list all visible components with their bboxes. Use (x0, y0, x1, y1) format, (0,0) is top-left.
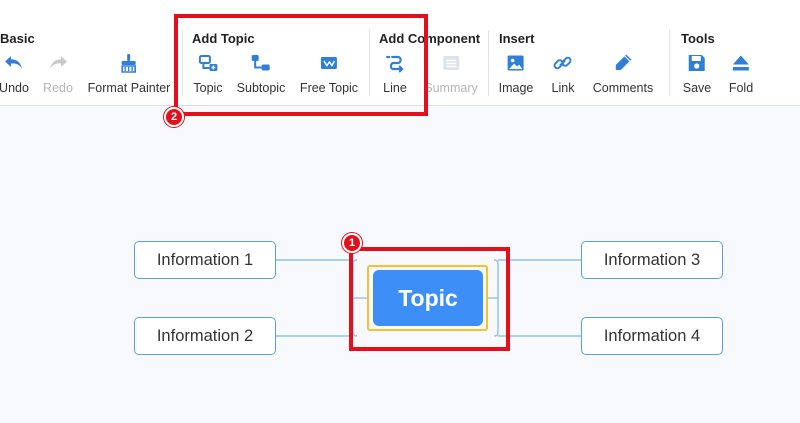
subtopic-node-information-3[interactable]: Information 3 (581, 241, 723, 279)
subtopic-node-information-2[interactable]: Information 2 (134, 317, 276, 355)
subtopic-node-information-4[interactable]: Information 4 (581, 317, 723, 355)
subtopic-node-information-1[interactable]: Information 1 (134, 241, 276, 279)
step-badge-2: 2 (164, 107, 184, 127)
step-badge-1: 1 (342, 233, 362, 253)
highlight-box-topic (349, 247, 510, 351)
highlight-box-toolbar (174, 14, 428, 116)
